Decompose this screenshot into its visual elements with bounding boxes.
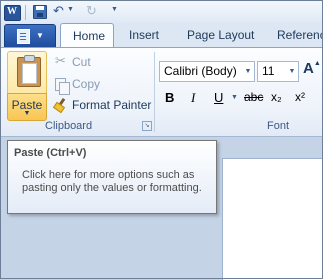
tab-page-layout[interactable]: Page Layout bbox=[187, 28, 254, 42]
underline-dropdown-icon[interactable]: ▼ bbox=[231, 94, 238, 101]
chevron-down-icon[interactable]: ▼ bbox=[242, 62, 254, 81]
underline-button[interactable]: U bbox=[214, 90, 223, 105]
redo-icon[interactable]: ↻ bbox=[86, 3, 97, 19]
format-painter-label: Format Painter bbox=[72, 98, 152, 112]
tab-references[interactable]: Reference bbox=[277, 28, 323, 42]
copy-label: Copy bbox=[72, 77, 101, 91]
paste-button-top[interactable] bbox=[7, 51, 47, 94]
grow-font-button[interactable]: A▲ bbox=[303, 60, 321, 77]
cut-label: Cut bbox=[72, 55, 91, 69]
file-dropdown-icon: ▼ bbox=[36, 31, 44, 40]
undo-icon[interactable]: ↶ bbox=[53, 3, 64, 19]
subscript-button[interactable]: x₂ bbox=[271, 90, 282, 104]
ribbon-tab-row: ▼ Home Insert Page Layout Reference bbox=[1, 23, 323, 48]
save-icon[interactable] bbox=[33, 5, 47, 19]
paste-tooltip: Paste (Ctrl+V) Click here for more optio… bbox=[7, 140, 217, 214]
tab-insert[interactable]: Insert bbox=[129, 28, 159, 42]
tooltip-body: Click here for more options such as past… bbox=[22, 169, 202, 194]
paintbrush-icon bbox=[52, 97, 68, 114]
bold-button[interactable]: B bbox=[165, 90, 174, 105]
superscript-button[interactable]: x² bbox=[295, 90, 305, 104]
strikethrough-button[interactable]: abc bbox=[244, 90, 263, 104]
paste-button[interactable]: Paste ▼ bbox=[7, 51, 47, 121]
font-family-select[interactable]: Calibri (Body) ▼ bbox=[159, 61, 255, 82]
chevron-down-icon: ▼ bbox=[23, 110, 31, 117]
format-painter-button[interactable]: Format Painter bbox=[52, 95, 152, 115]
word-icon[interactable]: W bbox=[4, 5, 21, 21]
document-menu-icon bbox=[17, 29, 30, 44]
ribbon-home: Paste ▼ ✂ Cut Copy Format Painter Clipbo… bbox=[1, 47, 322, 137]
document-page[interactable] bbox=[222, 158, 323, 280]
clipboard-dialog-launcher-icon[interactable]: ↘ bbox=[142, 121, 152, 131]
tab-home[interactable]: Home bbox=[60, 23, 114, 48]
clipboard-icon bbox=[17, 55, 41, 87]
copy-button[interactable]: Copy bbox=[53, 74, 113, 95]
font-group-label: Font bbox=[267, 120, 290, 132]
font-size-value: 11 bbox=[262, 64, 275, 78]
clipboard-group-label: Clipboard bbox=[45, 120, 93, 132]
undo-dropdown-icon[interactable]: ▼ bbox=[67, 6, 74, 13]
tooltip-title: Paste (Ctrl+V) bbox=[14, 147, 87, 159]
chevron-down-icon[interactable]: ▼ bbox=[286, 62, 298, 81]
italic-button[interactable]: I bbox=[191, 90, 195, 106]
customize-qat-icon[interactable]: ▼ bbox=[111, 6, 118, 13]
quick-access-toolbar: W ↶ ▼ ↻ ▼ bbox=[1, 1, 322, 23]
cut-button[interactable]: ✂ Cut bbox=[53, 52, 113, 72]
font-family-value: Calibri (Body) bbox=[164, 64, 237, 78]
copy-icon bbox=[55, 78, 70, 95]
scissors-icon: ✂ bbox=[55, 53, 66, 68]
file-tab-button[interactable]: ▼ bbox=[4, 24, 56, 48]
font-size-select[interactable]: 11 ▼ bbox=[257, 61, 299, 82]
group-separator bbox=[154, 52, 155, 132]
qat-separator bbox=[25, 5, 26, 20]
